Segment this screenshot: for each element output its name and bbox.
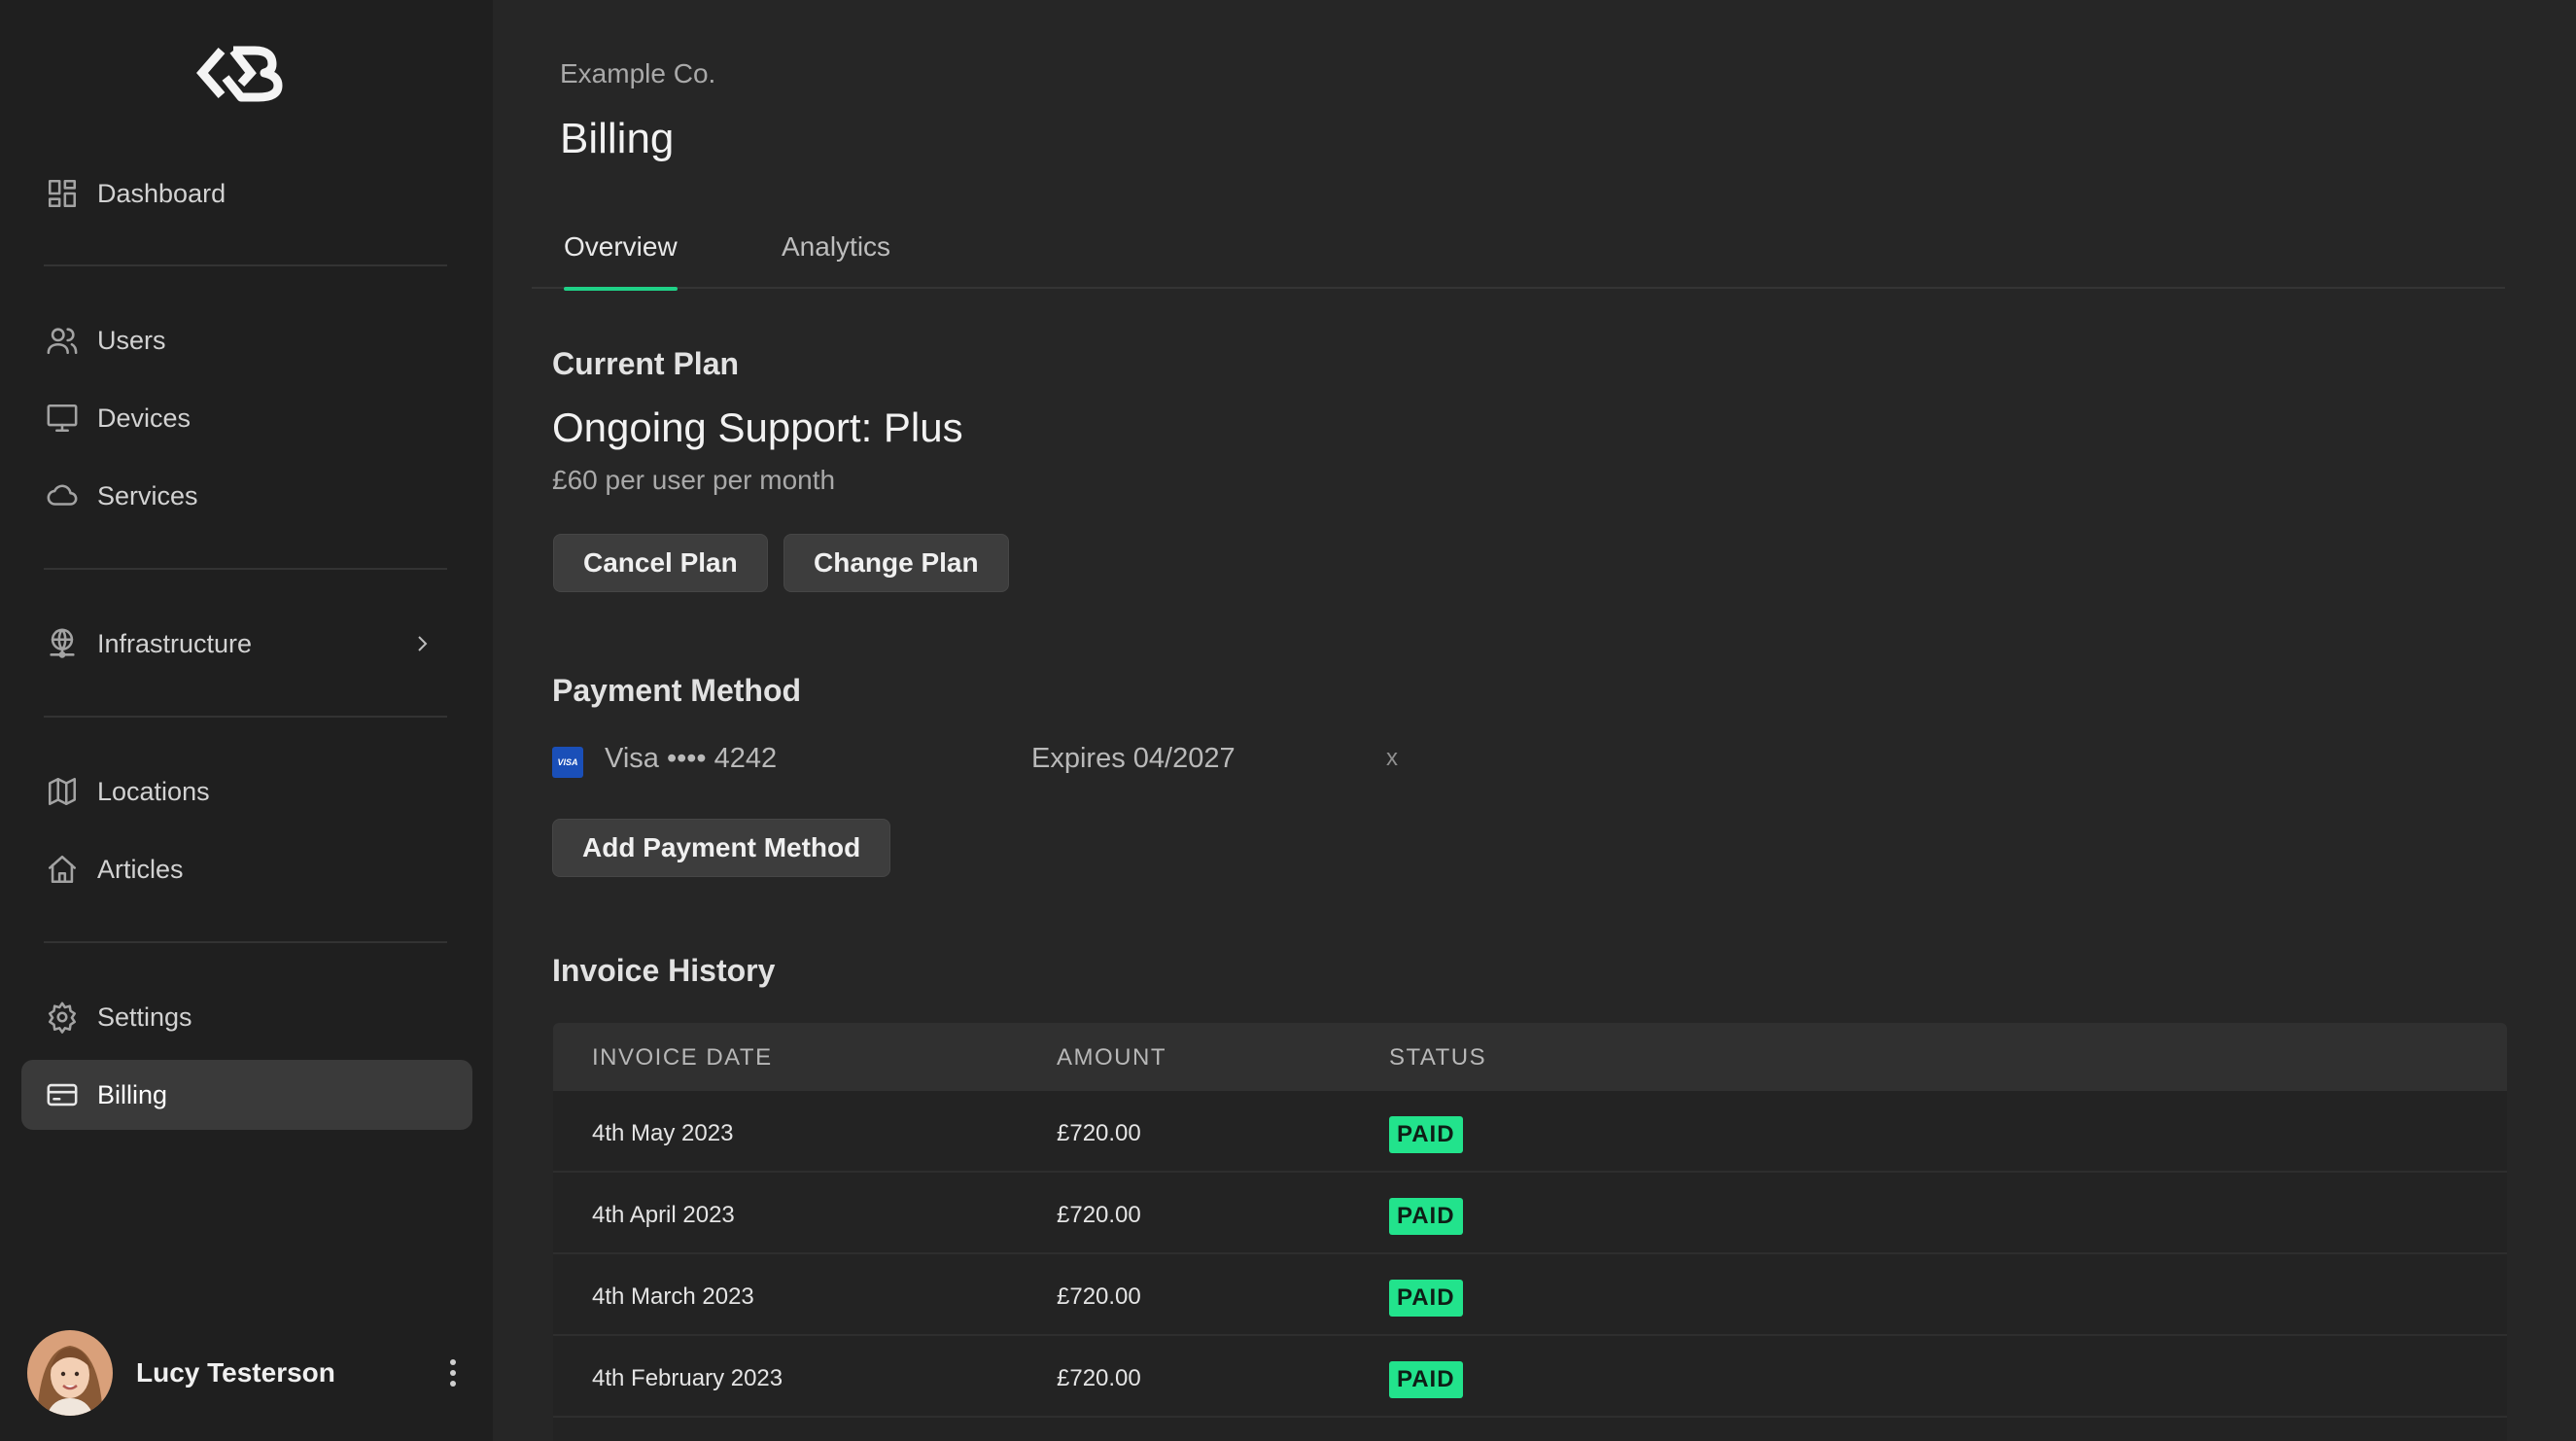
sidebar-item-label: Users — [97, 325, 166, 355]
invoice-amount: £720.00 — [1057, 1120, 1141, 1146]
payment-method-row: VISA Visa •••• 4242 Expires 04/2027 x — [552, 743, 1427, 782]
map-icon — [45, 774, 80, 809]
invoice-date: 4th March 2023 — [592, 1283, 754, 1310]
invoice-date: 4th February 2023 — [592, 1365, 783, 1391]
sidebar-item-articles[interactable]: Articles — [21, 834, 472, 904]
sidebar-item-billing[interactable]: Billing — [21, 1060, 472, 1130]
status-badge: PAID — [1389, 1361, 1463, 1398]
dashboard-icon — [45, 176, 80, 211]
sidebar-item-locations[interactable]: Locations — [21, 756, 472, 826]
sidebar-item-label: Devices — [97, 403, 191, 433]
sidebar: Dashboard Users Devices Services Infrast… — [0, 0, 493, 1441]
credit-card-icon — [45, 1077, 80, 1112]
status-badge: PAID — [1389, 1280, 1463, 1317]
home-icon — [45, 852, 80, 887]
sidebar-divider — [44, 264, 447, 266]
sidebar-item-label: Dashboard — [97, 178, 226, 208]
change-plan-button[interactable]: Change Plan — [783, 534, 1009, 592]
invoice-date: 4th May 2023 — [592, 1120, 734, 1146]
sidebar-item-settings[interactable]: Settings — [21, 982, 472, 1052]
visa-card-icon: VISA — [552, 747, 583, 778]
invoice-date: 4th April 2023 — [592, 1202, 735, 1228]
card-number: Visa •••• 4242 — [605, 743, 778, 774]
column-header-status: STATUS — [1389, 1044, 1487, 1071]
brand-logo-icon[interactable] — [194, 39, 292, 107]
tab-analytics[interactable]: Analytics — [782, 231, 890, 287]
more-vertical-icon[interactable] — [441, 1352, 465, 1394]
invoice-history-heading: Invoice History — [552, 953, 776, 988]
sidebar-item-infrastructure[interactable]: Infrastructure — [21, 609, 472, 679]
sidebar-item-label: Articles — [97, 854, 184, 884]
current-plan-heading: Current Plan — [552, 346, 740, 381]
globe-network-icon — [45, 626, 80, 661]
table-header: INVOICE DATE AMOUNT STATUS — [553, 1023, 2507, 1091]
status-badge: PAID — [1389, 1198, 1463, 1235]
payment-method-heading: Payment Method — [552, 673, 802, 708]
sidebar-item-label: Infrastructure — [97, 628, 253, 658]
add-payment-method-button[interactable]: Add Payment Method — [552, 819, 891, 877]
table-row[interactable]: 4th April 2023 £720.00 PAID — [553, 1173, 2507, 1254]
remove-payment-button[interactable]: x — [1386, 745, 1398, 772]
page-title: Billing — [560, 115, 675, 162]
sidebar-item-label: Locations — [97, 776, 210, 806]
sidebar-divider — [44, 568, 447, 570]
cancel-plan-button[interactable]: Cancel Plan — [553, 534, 768, 592]
invoice-amount: £720.00 — [1057, 1365, 1141, 1391]
user-profile[interactable]: Lucy Testerson — [27, 1330, 474, 1416]
card-expiry: Expires 04/2027 — [1031, 743, 1236, 774]
table-row[interactable]: 4th March 2023 £720.00 PAID — [553, 1254, 2507, 1336]
invoice-amount: £720.00 — [1057, 1202, 1141, 1228]
gear-icon — [45, 1000, 80, 1035]
sidebar-item-services[interactable]: Services — [21, 461, 472, 531]
sidebar-divider — [44, 716, 447, 718]
sidebar-divider — [44, 941, 447, 943]
column-header-amount: AMOUNT — [1057, 1044, 1166, 1071]
tab-bar: Overview Analytics — [532, 226, 2505, 291]
plan-price: £60 per user per month — [552, 465, 836, 495]
avatar[interactable] — [27, 1330, 113, 1416]
monitor-icon — [45, 401, 80, 436]
table-row[interactable]: 4th February 2023 £720.00 PAID — [553, 1336, 2507, 1418]
sidebar-item-users[interactable]: Users — [21, 305, 472, 375]
sidebar-item-label: Billing — [97, 1079, 168, 1109]
table-row[interactable]: 4th May 2023 £720.00 PAID — [553, 1091, 2507, 1173]
sidebar-item-label: Settings — [97, 1002, 192, 1032]
organization-name: Example Co. — [560, 58, 716, 88]
sidebar-item-label: Services — [97, 480, 198, 510]
users-icon — [45, 323, 80, 358]
sidebar-item-devices[interactable]: Devices — [21, 383, 472, 453]
app-root: Dashboard Users Devices Services Infrast… — [0, 0, 2576, 1441]
column-header-date: INVOICE DATE — [592, 1044, 773, 1071]
plan-name: Ongoing Support: Plus — [552, 404, 963, 450]
main-content: Example Co. Billing Overview Analytics C… — [493, 0, 2576, 1441]
user-name: Lucy Testerson — [136, 1357, 335, 1388]
status-badge: PAID — [1389, 1116, 1463, 1153]
sidebar-item-dashboard[interactable]: Dashboard — [21, 158, 472, 228]
invoice-table: INVOICE DATE AMOUNT STATUS 4th May 2023 … — [553, 1023, 2507, 1441]
tab-overview[interactable]: Overview — [564, 231, 678, 291]
cloud-icon — [45, 478, 80, 513]
chevron-right-icon[interactable] — [410, 632, 434, 655]
invoice-amount: £720.00 — [1057, 1283, 1141, 1310]
